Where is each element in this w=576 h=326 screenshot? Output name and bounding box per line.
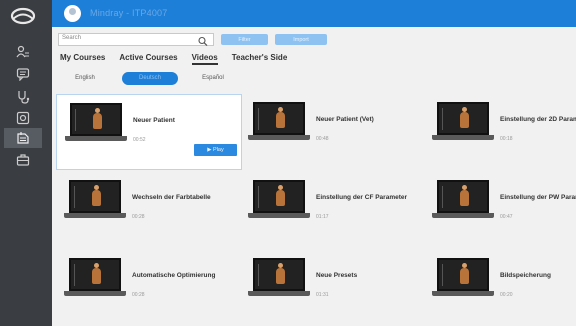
video-card[interactable]: Neue Presets 01:31 [240,250,426,326]
video-duration: 01:17 [316,214,329,220]
video-card[interactable]: Neuer Patient 00:52 ▶ Play [56,94,242,170]
video-title: Neue Presets [316,272,358,279]
left-nav-rail [0,0,52,326]
video-duration: 00:28 [132,292,145,298]
search-placeholder: Search [62,35,82,41]
video-thumbnail[interactable] [248,102,310,142]
video-title: Einstellung der CF Parameter [316,194,408,201]
tab-teachers-side[interactable]: Teacher's Side [232,53,288,65]
video-duration: 00:48 [316,136,329,142]
briefcase-icon[interactable] [10,150,36,170]
video-title: Einstellung der PW Parameter [500,194,576,201]
language-deutsch[interactable]: Deutsch [122,72,178,85]
video-card[interactable]: Automatische Optimierung 00:28 [56,250,242,326]
users-icon[interactable] [10,42,36,62]
settings-icon[interactable] [10,108,36,128]
video-thumbnail[interactable] [432,180,494,220]
video-thumbnail[interactable] [248,258,310,298]
video-duration: 01:31 [316,292,329,298]
video-card[interactable]: Neuer Patient (Vet) 00:48 [240,94,426,170]
video-title: Automatische Optimierung [132,272,216,279]
video-card[interactable]: Bildspeicherung 00:20 [424,250,576,326]
tab-active-courses[interactable]: Active Courses [119,53,177,65]
video-card[interactable]: Einstellung der 2D Parameter 00:18 [424,94,576,170]
video-card[interactable]: Einstellung der CF Parameter 01:17 [240,172,426,248]
video-thumbnail[interactable] [65,103,127,143]
video-title: Neuer Patient [133,117,175,124]
video-card[interactable]: Wechseln der Farbtabelle 00:28 [56,172,242,248]
video-thumbnail[interactable] [432,258,494,298]
filter-button[interactable]: Filter [221,34,268,45]
video-duration: 00:28 [132,214,145,220]
video-thumbnail[interactable] [64,258,126,298]
video-title: Bildspeicherung [500,272,551,279]
video-title: Einstellung der 2D Parameter [500,116,576,123]
video-thumbnail[interactable] [248,180,310,220]
language-espanol[interactable]: Español [188,72,238,85]
search-input[interactable]: Search [58,33,214,47]
play-label: Play [213,147,224,153]
username-label: Mindray - ITP4007 [90,8,168,18]
video-title: Wechseln der Farbtabelle [132,194,211,201]
top-bar: Mindray - ITP4007 [52,0,576,27]
tab-my-courses[interactable]: My Courses [60,53,105,65]
video-duration: 00:20 [500,292,513,298]
video-thumbnail[interactable] [432,102,494,142]
language-english[interactable]: English [60,72,110,85]
library-icon[interactable] [4,128,42,148]
app-logo-icon [9,6,37,26]
video-duration: 00:47 [500,214,513,220]
video-thumbnail[interactable] [64,180,126,220]
chat-icon[interactable] [10,64,36,84]
import-button[interactable]: Import [275,34,327,45]
stethoscope-icon[interactable] [10,87,36,107]
video-card[interactable]: Einstellung der PW Parameter 00:47 [424,172,576,248]
avatar[interactable] [64,5,81,22]
tab-bar: My Courses Active Courses Videos Teacher… [60,53,287,65]
video-duration: 00:18 [500,136,513,142]
video-title: Neuer Patient (Vet) [316,116,374,123]
play-button[interactable]: ▶ Play [194,144,237,156]
tab-videos[interactable]: Videos [191,53,218,65]
video-duration: 00:52 [133,137,146,143]
search-icon[interactable] [198,34,208,52]
